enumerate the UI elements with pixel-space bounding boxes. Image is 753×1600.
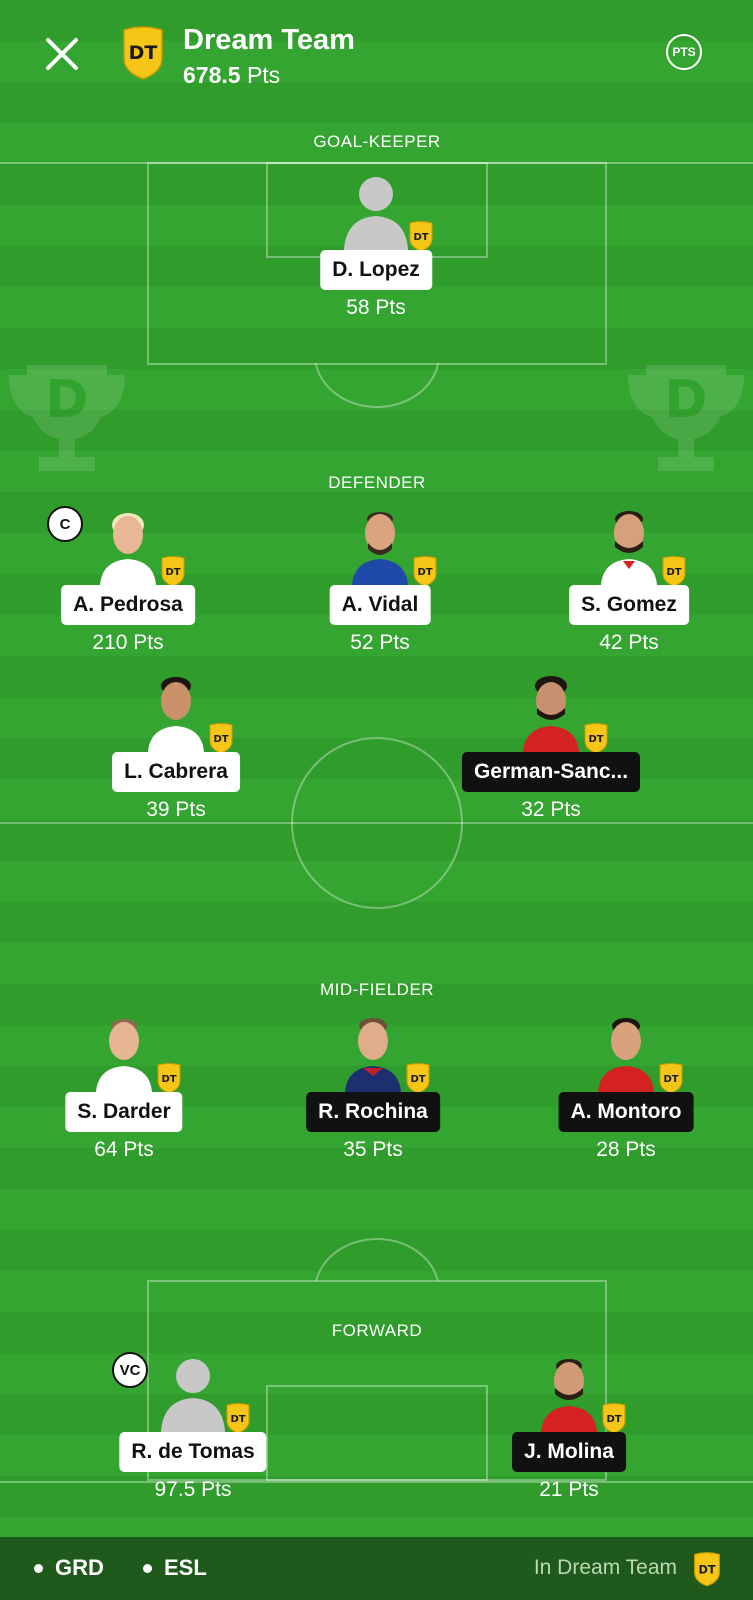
player-photo-avatar <box>344 505 416 585</box>
svg-text:DT: DT <box>588 734 603 745</box>
player-points: 28 Pts <box>596 1138 656 1161</box>
player-name: S. Darder <box>65 1092 183 1132</box>
svg-text:D: D <box>45 370 88 430</box>
dream-team-badge-icon: DT <box>156 1062 182 1094</box>
team-legend-home: GRD <box>34 1555 104 1581</box>
section-label-midfielder: MID-FIELDER <box>319 980 435 999</box>
player-photo-avatar <box>533 1352 605 1432</box>
center-circle <box>291 737 463 909</box>
team-dot-icon <box>143 1563 152 1573</box>
player-name: L. Cabrera <box>112 752 240 792</box>
section-label-goalkeeper: GOAL-KEEPER <box>313 132 441 151</box>
svg-text:DT: DT <box>213 734 228 745</box>
player-photo-avatar <box>92 505 164 585</box>
player-card[interactable]: DT S. Darder 64 Pts <box>24 1012 224 1162</box>
svg-text:D: D <box>664 370 707 430</box>
player-name: A. Vidal <box>329 585 431 625</box>
player-name: S. Gomez <box>569 585 689 625</box>
player-photo-avatar <box>337 1012 409 1092</box>
svg-text:DT: DT <box>410 1074 425 1085</box>
close-icon <box>46 38 78 70</box>
player-points: 35 Pts <box>343 1138 403 1161</box>
team-dot-icon <box>34 1563 43 1573</box>
player-placeholder-avatar <box>340 170 412 250</box>
player-points: 210 Pts <box>92 631 164 654</box>
footer-bar: GRD ESL In Dream Team DT <box>0 1537 753 1600</box>
trophy-watermark-icon: D <box>2 355 132 485</box>
dream-team-badge-icon: DT <box>120 24 166 80</box>
svg-text:DT: DT <box>666 567 681 578</box>
player-name: J. Molina <box>512 1432 626 1472</box>
player-points: 21 Pts <box>539 1478 599 1501</box>
player-name: R. Rochina <box>306 1092 440 1132</box>
player-placeholder-avatar <box>157 1352 229 1432</box>
dream-team-badge-icon: DT <box>225 1402 251 1434</box>
player-points: 64 Pts <box>94 1138 154 1161</box>
svg-text:DT: DT <box>606 1414 621 1425</box>
trophy-watermark-icon: D <box>621 355 751 485</box>
player-name: R. de Tomas <box>119 1432 267 1472</box>
section-label-forward: FORWARD <box>331 1321 423 1340</box>
dream-team-badge-icon: DT <box>408 220 434 252</box>
dream-team-badge-icon: DT <box>160 555 186 587</box>
dream-team-badge-icon: DT <box>583 722 609 754</box>
dream-team-legend-label: In Dream Team <box>533 1556 677 1579</box>
captain-badge: C <box>47 506 83 542</box>
dream-team-badge-icon: DT <box>208 722 234 754</box>
player-points: 42 Pts <box>599 631 659 654</box>
page-title: Dream Team <box>183 24 355 56</box>
player-card[interactable]: DT L. Cabrera 39 Pts <box>76 672 276 822</box>
svg-text:DT: DT <box>230 1414 245 1425</box>
player-photo-avatar <box>590 1012 662 1092</box>
svg-text:DT: DT <box>698 1564 715 1577</box>
player-card[interactable]: DT German-Sanc... 32 Pts <box>451 672 651 822</box>
player-card[interactable]: DT A. Montoro 28 Pts <box>526 1012 726 1162</box>
player-card[interactable]: DT R. Rochina 35 Pts <box>273 1012 473 1162</box>
vice-captain-badge: VC <box>112 1352 148 1388</box>
dream-team-badge-icon: DT <box>692 1551 722 1587</box>
section-label-defender: DEFENDER <box>328 473 426 492</box>
dream-team-badge-icon: DT <box>412 555 438 587</box>
svg-text:DT: DT <box>129 42 158 64</box>
player-points: 58 Pts <box>346 296 406 319</box>
player-card[interactable]: DT A. Vidal 52 Pts <box>280 505 480 655</box>
svg-text:DT: DT <box>417 567 432 578</box>
player-card[interactable]: DT J. Molina 21 Pts <box>469 1352 669 1502</box>
player-name: D. Lopez <box>320 250 432 290</box>
player-photo-avatar <box>515 672 587 752</box>
dream-team-badge-icon: DT <box>601 1402 627 1434</box>
dream-team-badge-icon: DT <box>661 555 687 587</box>
goal-box-bottom <box>266 1385 488 1481</box>
player-name: German-Sanc... <box>461 752 641 792</box>
player-card[interactable]: DT D. Lopez 58 Pts <box>276 170 476 320</box>
player-points: 39 Pts <box>146 798 206 821</box>
player-photo-avatar <box>140 672 212 752</box>
svg-text:DT: DT <box>413 232 428 243</box>
dream-team-badge-icon: DT <box>405 1062 431 1094</box>
close-button[interactable] <box>42 34 82 74</box>
team-legend-away: ESL <box>143 1555 207 1581</box>
svg-text:DT: DT <box>663 1074 678 1085</box>
player-points: 32 Pts <box>521 798 581 821</box>
player-points: 97.5 Pts <box>154 1478 232 1501</box>
dream-team-badge-icon: DT <box>658 1062 684 1094</box>
player-name: A. Montoro <box>558 1092 694 1132</box>
player-card[interactable]: DT S. Gomez 42 Pts <box>529 505 729 655</box>
player-photo-avatar <box>593 505 665 585</box>
svg-text:DT: DT <box>161 1074 176 1085</box>
player-name: A. Pedrosa <box>61 585 195 625</box>
total-points: 678.5 Pts <box>183 62 281 88</box>
points-toggle-button[interactable]: PTS <box>666 34 702 70</box>
svg-text:DT: DT <box>165 567 180 578</box>
player-points: 52 Pts <box>350 631 410 654</box>
player-photo-avatar <box>88 1012 160 1092</box>
